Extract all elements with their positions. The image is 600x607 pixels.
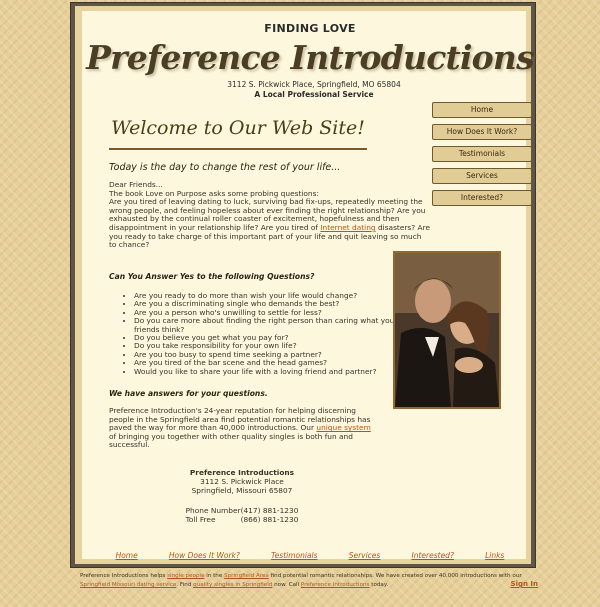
footer-interested-link[interactable]: Interested?: [412, 551, 454, 560]
couple-photo: [393, 251, 501, 409]
questions-heading: Can You Answer Yes to the following Ques…: [109, 272, 315, 281]
dating-service-link[interactable]: Springfield Missouri dating service: [80, 582, 176, 588]
single-people-link[interactable]: single people: [167, 573, 204, 579]
answers-heading: We have answers for your questions.: [109, 389, 268, 398]
tollfree-number: (866) 881-1230: [240, 514, 299, 524]
footer-services-link[interactable]: Services: [349, 551, 381, 560]
springfield-area-link[interactable]: Springfield Area: [224, 573, 269, 579]
phone-number: (417) 881-1230: [240, 506, 299, 515]
questions-list: Are you ready to do more than wish your …: [122, 291, 414, 376]
contact-city: Springfield, Missouri 65807: [191, 485, 293, 495]
frame-border: FINDING LOVE Preference Introductions 31…: [75, 6, 535, 564]
sign-in-link[interactable]: Sign In: [511, 580, 538, 588]
side-nav: Home How Does It Work? Testimonials Serv…: [432, 102, 532, 212]
brand-logo: Preference Introductions: [86, 38, 535, 77]
nav-interested-button[interactable]: Interested?: [432, 190, 532, 206]
preference-introductions-link[interactable]: Preference Introductions: [301, 582, 370, 588]
content-area: FINDING LOVE Preference Introductions 31…: [82, 11, 535, 560]
contact-block: Preference Introductions 3112 S. Pickwic…: [182, 468, 302, 495]
footer-home-link[interactable]: Home: [116, 551, 138, 560]
page-kicker: FINDING LOVE: [264, 22, 356, 35]
seo-footer-text: Preference Introductions helps single pe…: [80, 573, 522, 588]
tagline: Today is the day to change the rest of y…: [109, 162, 341, 173]
header-service: A Local Professional Service: [254, 90, 374, 99]
footer-links-link[interactable]: Links: [485, 551, 504, 560]
tollfree-label: Toll Free: [185, 514, 216, 524]
quality-singles-link[interactable]: quality singles in Springfield: [193, 582, 272, 588]
phone-block: Phone Number(417) 881-1230 Toll Free (866…: [182, 506, 302, 525]
nav-testimonials-button[interactable]: Testimonials: [432, 146, 532, 162]
nav-services-button[interactable]: Services: [432, 168, 532, 184]
header-address-block: 3112 S. Pickwick Place, Springfield, MO …: [82, 80, 546, 100]
heading-divider: [109, 148, 367, 150]
footer-how-it-works-link[interactable]: How Does It Work?: [169, 551, 240, 560]
couple-photo-illustration: [395, 253, 499, 407]
reputation-paragraph: Preference Introduction's 24-year reputa…: [109, 406, 371, 450]
tollfree-row: Toll Free (866) 881-1230: [182, 514, 302, 525]
footer-testimonials-link[interactable]: Testimonials: [271, 551, 318, 560]
page-frame: FINDING LOVE Preference Introductions 31…: [70, 2, 536, 568]
list-item: Would you like to share your life with a…: [134, 367, 414, 376]
intro-text: Dear Friends... The book Love on Purpose…: [109, 180, 431, 250]
nav-home-button[interactable]: Home: [432, 102, 532, 118]
footer-nav: Home How Does It Work? Testimonials Serv…: [82, 551, 538, 560]
welcome-heading: Welcome to Our Web Site!: [111, 117, 365, 139]
nav-how-it-works-button[interactable]: How Does It Work?: [432, 124, 532, 140]
list-item: Do you care more about finding the right…: [134, 317, 414, 334]
header-address: 3112 S. Pickwick Place, Springfield, MO …: [227, 80, 401, 89]
intro-paragraph: Are you tired of leaving dating to luck,…: [109, 197, 431, 250]
